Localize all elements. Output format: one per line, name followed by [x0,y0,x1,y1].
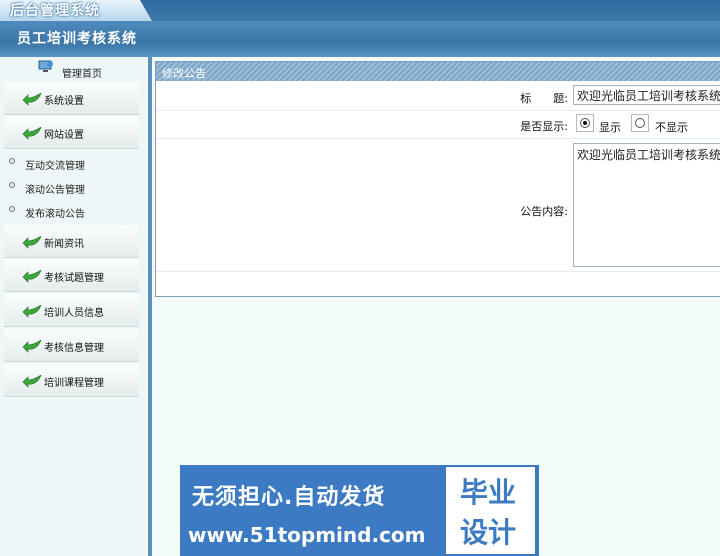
sidebar-item-exam-info[interactable]: 考核信息管理 [4,329,139,362]
leaf-arrow-icon [22,127,42,140]
watermark-banner: 无须担心.自动发货 www.51topmind.com 毕业 设计 [180,465,539,556]
content-row: 公告内容: 欢迎光临员工培训考核系统 [156,139,720,272]
banner-slogan: 无须担心.自动发货 [192,485,386,510]
radio-unselected-icon [635,118,645,128]
sidebar: 管理首页 系统设置 网站设置 互动交流管理 滚动公告管理 发布滚动公告 新闻资讯… [0,57,148,556]
leaf-arrow-icon [22,93,42,106]
sidebar-subitem-label: 发布滚动公告 [25,209,85,220]
bullet-icon [9,206,15,212]
sidebar-item-label: 考核试题管理 [44,273,104,284]
sidebar-item-courses[interactable]: 培训课程管理 [4,364,139,397]
edit-notice-panel: 修改公告 标 题: 欢迎光临员工培训考核系统 是否显示: 显示 不显示 公告内容… [155,61,720,297]
banner-badge-line1: 毕业 [460,476,517,509]
sidebar-subitem-label: 滚动公告管理 [25,185,85,196]
title-row: 标 题: 欢迎光临员工培训考核系统 [156,82,720,111]
system-title: 员工培训考核系统 [17,31,137,47]
leaf-arrow-icon [22,305,42,318]
panel-title-bar: 修改公告 [156,62,720,81]
radio-selected-icon [580,118,590,128]
home-label: 管理首页 [62,69,102,80]
hide-radio[interactable] [631,114,649,132]
leaf-arrow-icon [22,270,42,283]
sidebar-item-label: 培训人员信息 [44,308,104,319]
title-label: 标 题: [520,92,568,105]
sidebar-subitem-notice-manage[interactable]: 滚动公告管理 [0,177,148,197]
sidebar-subitem-interaction[interactable]: 互动交流管理 [0,153,148,173]
show-radio[interactable] [576,114,594,132]
banner-badge: 毕业 设计 [446,467,535,554]
title-input[interactable]: 欢迎光临员工培训考核系统 [573,85,720,105]
show-option-label[interactable]: 显示 [599,119,621,135]
sidebar-item-label: 新闻资讯 [44,239,84,250]
system-header: 员工培训考核系统 [0,21,720,57]
banner-badge-line2: 设计 [460,516,517,549]
hide-option-label[interactable]: 不显示 [655,119,688,135]
sidebar-home[interactable]: 管理首页 [0,57,148,81]
content-textarea[interactable]: 欢迎光临员工培训考核系统 [573,143,720,267]
sidebar-item-label: 网站设置 [44,130,84,141]
admin-tab[interactable]: 后台管理系统 [0,0,152,21]
leaf-arrow-icon [22,236,42,249]
sidebar-subitem-notice-publish[interactable]: 发布滚动公告 [0,201,148,221]
sidebar-subitem-label: 互动交流管理 [25,161,85,172]
sidebar-item-site-settings[interactable]: 网站设置 [4,116,139,149]
show-label: 是否显示: [520,120,568,133]
panel-title: 修改公告 [162,67,206,80]
sidebar-item-system-settings[interactable]: 系统设置 [4,82,139,115]
sidebar-item-label: 系统设置 [44,96,84,107]
sidebar-divider [148,57,152,556]
content-label: 公告内容: [520,205,568,218]
leaf-arrow-icon [22,340,42,353]
admin-tab-label: 后台管理系统 [10,3,100,19]
sidebar-item-label: 考核信息管理 [44,343,104,354]
sidebar-item-exam-questions[interactable]: 考核试题管理 [4,259,139,292]
show-row: 是否显示: 显示 不显示 [156,111,720,139]
monitor-icon [38,60,53,72]
top-bar: 后台管理系统 [0,0,720,21]
sidebar-item-trainees[interactable]: 培训人员信息 [4,294,139,327]
bullet-icon [9,158,15,164]
bullet-icon [9,182,15,188]
banner-url: www.51topmind.com [188,523,426,547]
leaf-arrow-icon [22,375,42,388]
sidebar-item-news[interactable]: 新闻资讯 [4,225,139,258]
sidebar-item-label: 培训课程管理 [44,378,104,389]
